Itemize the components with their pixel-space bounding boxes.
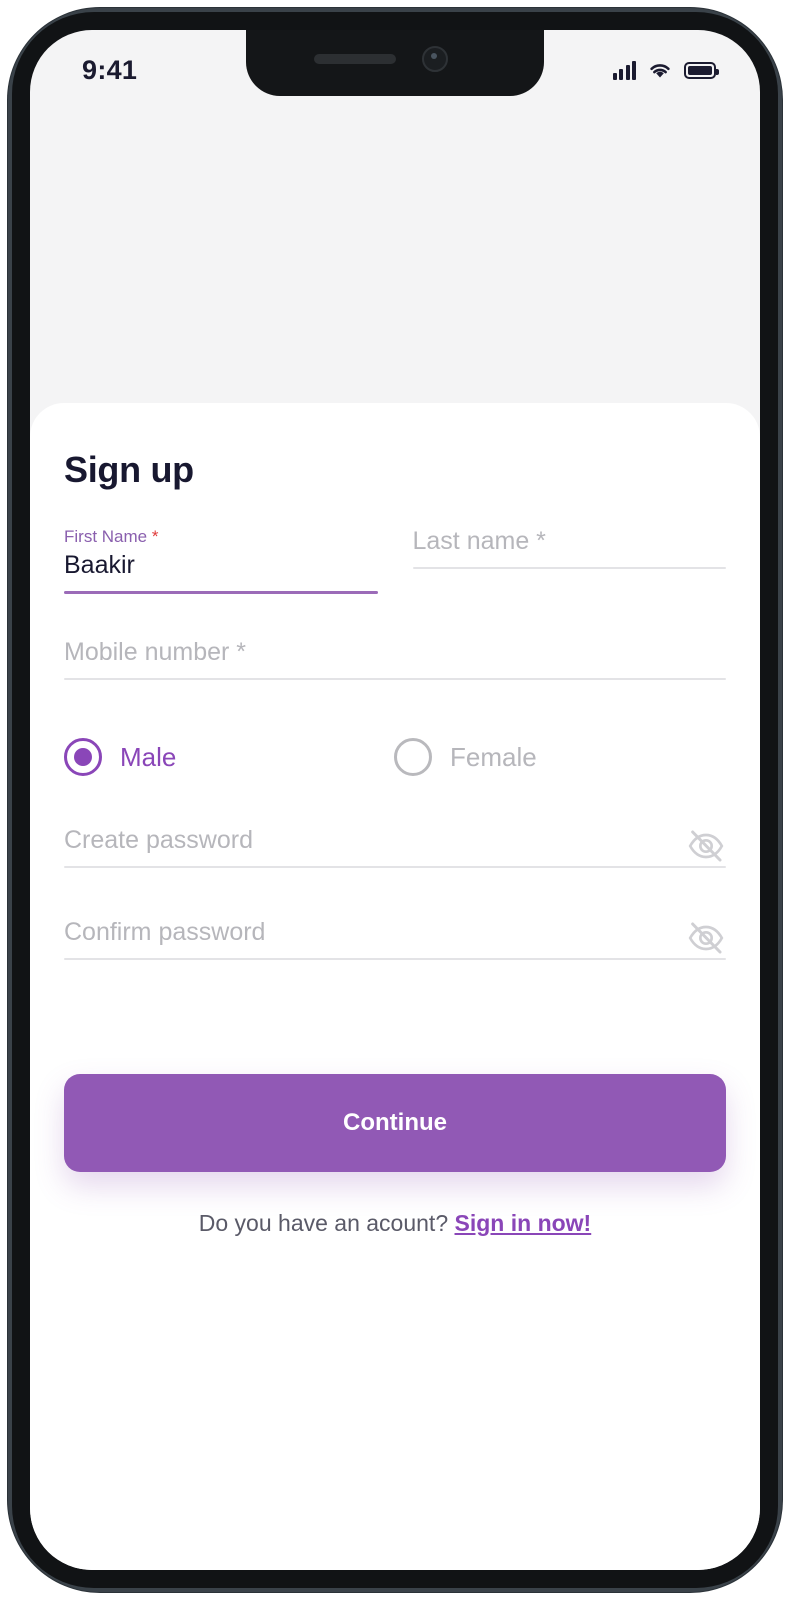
- mobile-number-placeholder: Mobile number *: [64, 638, 247, 666]
- confirm-password-placeholder: Confirm password: [64, 918, 266, 946]
- radio-unchecked-icon[interactable]: [394, 738, 432, 776]
- wifi-icon: [650, 64, 670, 78]
- last-name-placeholder: Last name *: [412, 527, 546, 555]
- required-asterisk: *: [151, 527, 159, 546]
- sign-in-link[interactable]: Sign in now!: [455, 1210, 592, 1236]
- gender-label-female: Female: [450, 741, 537, 772]
- front-camera-icon: [422, 46, 448, 72]
- first-name-value: Baakir: [64, 551, 135, 579]
- gender-radio-group: Male Female: [64, 738, 726, 776]
- signup-form-card: Sign up First Name * Baakir Last name * …: [30, 403, 760, 1570]
- phone-screen: 9:41 Sign up First Name * Baakir Last na…: [30, 30, 760, 1570]
- gender-option-male[interactable]: Male: [64, 738, 394, 776]
- first-name-field[interactable]: First Name * Baakir: [64, 527, 378, 594]
- create-password-field[interactable]: Create password: [64, 826, 726, 868]
- signin-prompt-row: Do you have an acount? Sign in now!: [64, 1210, 726, 1237]
- mobile-number-underline: [64, 678, 726, 680]
- page-title: Sign up: [64, 449, 194, 490]
- earpiece-speaker-icon: [314, 54, 396, 64]
- continue-button[interactable]: Continue: [64, 1074, 726, 1172]
- mobile-number-field[interactable]: Mobile number *: [64, 638, 726, 680]
- confirm-password-underline: [64, 958, 726, 960]
- radio-checked-icon[interactable]: [64, 738, 102, 776]
- cellular-signal-icon: [612, 60, 636, 80]
- first-name-underline: [64, 591, 378, 594]
- phone-notch: [246, 30, 544, 96]
- last-name-field[interactable]: Last name *: [412, 527, 726, 594]
- status-time: 9:41: [82, 54, 138, 85]
- camera-glint: [431, 53, 437, 59]
- create-password-underline: [64, 866, 726, 868]
- confirm-password-field[interactable]: Confirm password: [64, 918, 726, 960]
- gender-label-male: Male: [120, 741, 177, 772]
- status-icons: [612, 60, 719, 80]
- signin-prompt-text: Do you have an acount?: [198, 1210, 449, 1236]
- eye-off-icon[interactable]: [686, 826, 726, 866]
- eye-off-icon[interactable]: [686, 918, 726, 958]
- battery-full-icon: [684, 61, 719, 79]
- last-name-underline: [412, 567, 726, 569]
- gender-option-female[interactable]: Female: [394, 738, 537, 776]
- phone-frame: 9:41 Sign up First Name * Baakir Last na…: [8, 8, 782, 1592]
- first-name-label: First Name *: [64, 527, 159, 546]
- create-password-placeholder: Create password: [64, 826, 253, 854]
- name-fields-row: First Name * Baakir Last name *: [64, 527, 726, 594]
